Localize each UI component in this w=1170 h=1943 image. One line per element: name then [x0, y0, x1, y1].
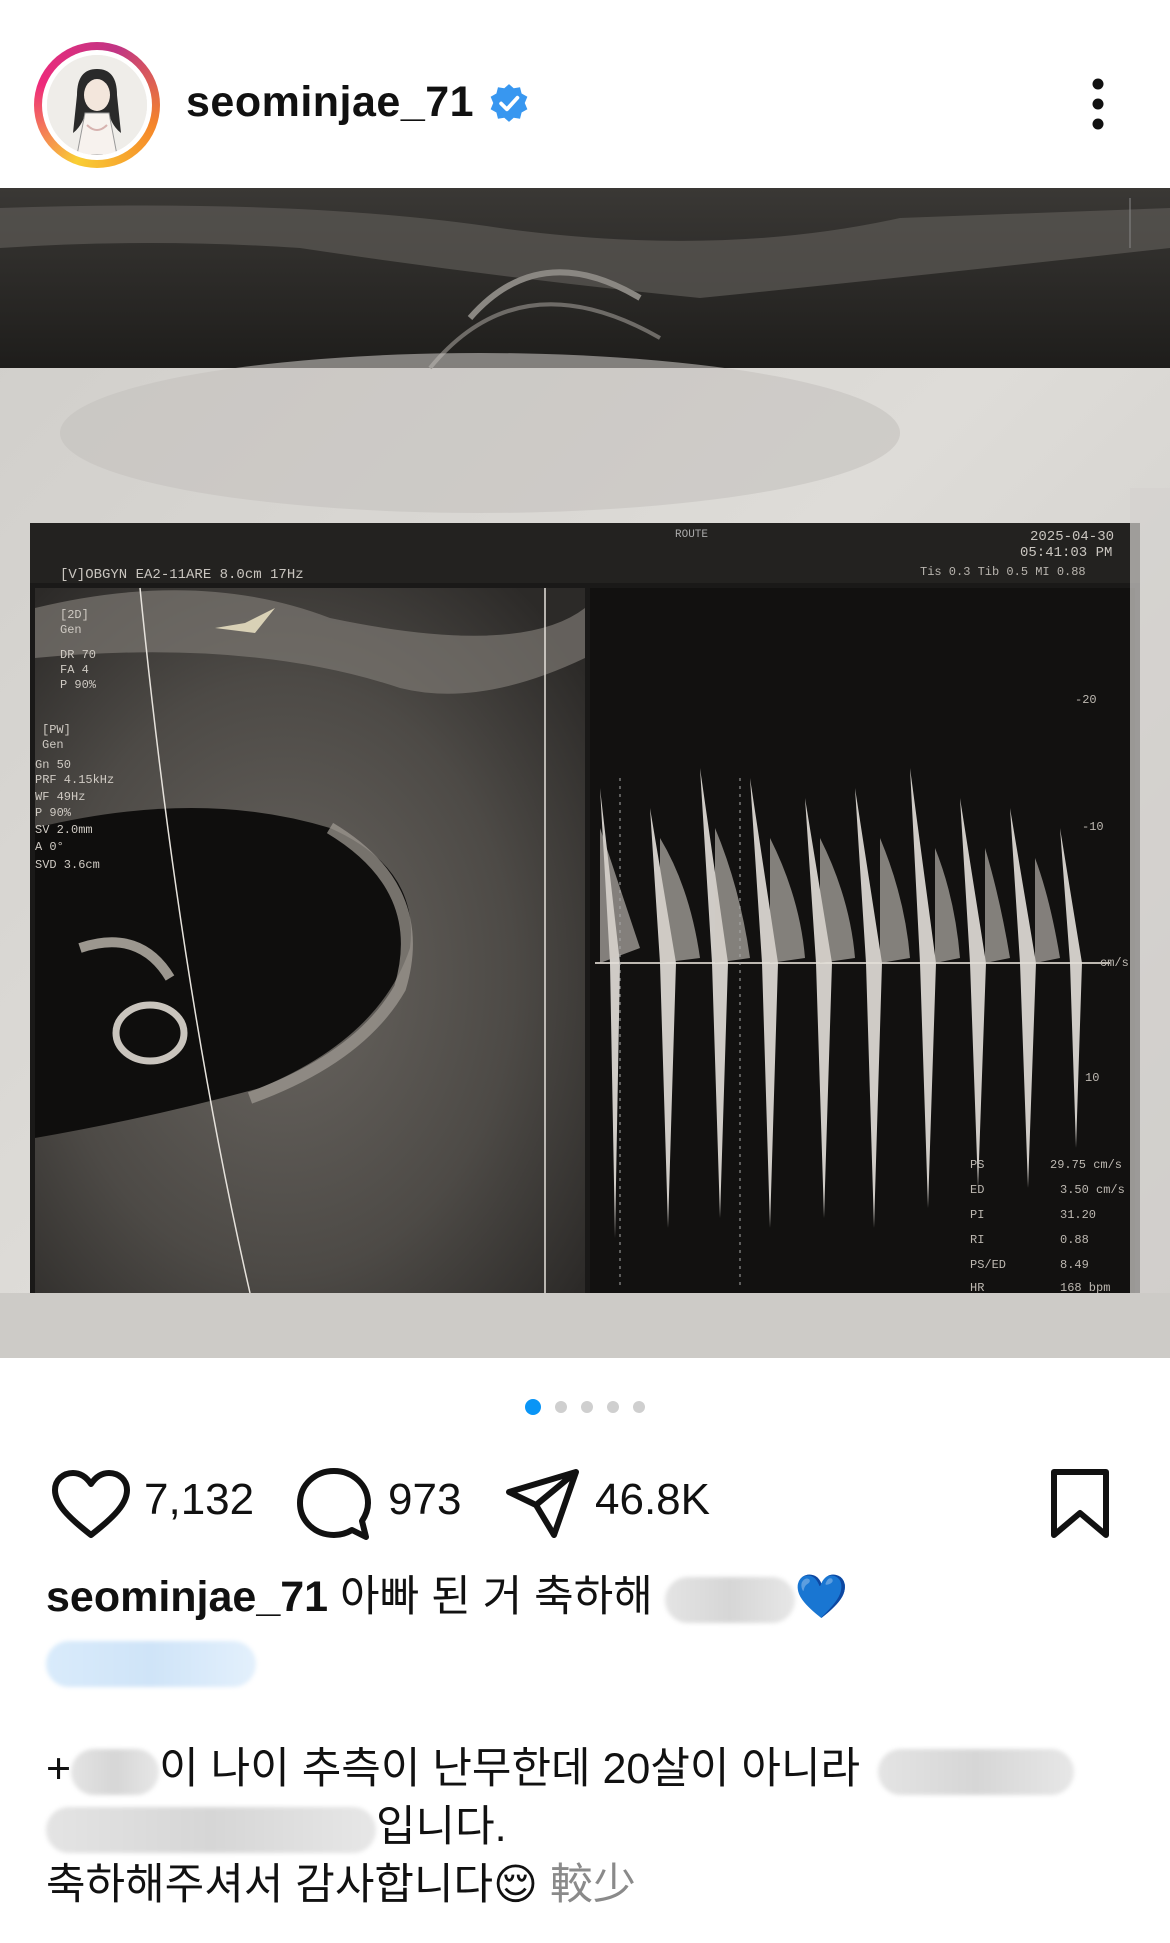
header-username[interactable]: seominjae_71	[186, 78, 474, 127]
caption-line-3: 입니다.	[46, 1798, 1136, 1856]
action-bar: 7,132 973 46.8K	[0, 1455, 1170, 1545]
svg-text:[2D]: [2D]	[60, 608, 89, 622]
ultrasound-photo: [V]OBGYN EA2-11ARE 8.0cm 17Hz 2025-04-30…	[0, 188, 1170, 1358]
carousel-indicator	[0, 1398, 1170, 1418]
svg-text:P 90%: P 90%	[60, 678, 97, 692]
svg-text:FA 4: FA 4	[60, 663, 89, 677]
svg-text:-20: -20	[1075, 693, 1097, 707]
story-ring[interactable]	[34, 42, 160, 168]
svg-text:3.50 cm/s: 3.50 cm/s	[1060, 1183, 1125, 1197]
carousel-dot	[633, 1400, 645, 1413]
svg-text:P 90%: P 90%	[35, 806, 72, 820]
svg-text:0.88: 0.88	[1060, 1233, 1089, 1247]
svg-text:168 bpm: 168 bpm	[1060, 1281, 1110, 1295]
svg-text:31.20: 31.20	[1060, 1208, 1096, 1222]
caption-text-1: 아빠 된 거 축하해	[340, 1573, 653, 1621]
show-less-link[interactable]: 較少	[550, 1861, 636, 1909]
svg-text:29.75 cm/s: 29.75 cm/s	[1050, 1158, 1122, 1172]
post-caption: seominjae_71 아빠 된 거 축하해 💙 + 이 나이 추측이 난무한데…	[46, 1568, 1136, 1914]
svg-text:2025-04-30: 2025-04-30	[1030, 529, 1114, 545]
svg-text:SV 2.0mm: SV 2.0mm	[35, 823, 93, 837]
svg-text:DR 70: DR 70	[60, 648, 96, 662]
caption-text-3: 입니다.	[376, 1803, 507, 1851]
avatar-illustration	[47, 55, 147, 155]
avatar[interactable]	[47, 55, 147, 155]
caption-line-blur	[46, 1632, 1136, 1690]
svg-text:Gen: Gen	[42, 738, 64, 752]
bookmark-icon[interactable]	[1048, 1467, 1112, 1541]
caption-line-2: + 이 나이 추측이 난무한데 20살이 아니라	[46, 1740, 1136, 1798]
blurred-text	[71, 1748, 160, 1795]
svg-text:[V]OBGYN EA2-11ARE 8.0cm 1: [V]OBGYN EA2-11ARE 8.0cm 17Hz	[60, 567, 304, 583]
caption-line-1: seominjae_71 아빠 된 거 축하해 💙	[46, 1568, 1136, 1626]
svg-text:cm/s: cm/s	[1100, 956, 1129, 970]
svg-text:Gen: Gen	[60, 623, 82, 637]
svg-text:Tis 0.3 Tib 0.5 MI 0.88: Tis 0.3 Tib 0.5 MI 0.88	[920, 565, 1086, 579]
more-options-icon[interactable]	[1076, 74, 1120, 134]
caption-plus: +	[46, 1745, 72, 1793]
shares-count[interactable]: 46.8K	[595, 1475, 710, 1525]
carousel-dot	[581, 1400, 593, 1413]
post-header: seominjae_71	[0, 0, 1170, 188]
blurred-text	[878, 1748, 1075, 1795]
svg-text:PS: PS	[970, 1158, 984, 1172]
svg-text:RI: RI	[970, 1233, 984, 1247]
svg-text:8.49: 8.49	[1060, 1258, 1089, 1272]
caption-text-4: 축하해주셔서 감사합니다😌	[46, 1861, 538, 1909]
svg-text:05:41:03 PM: 05:41:03 PM	[1020, 545, 1112, 561]
blurred-text	[46, 1806, 376, 1853]
carousel-dot-active	[525, 1398, 541, 1415]
carousel-dot	[555, 1400, 567, 1413]
caption-text-2: 이 나이 추측이 난무한데 20살이 아니라	[159, 1745, 861, 1793]
verified-badge-icon	[490, 84, 528, 122]
comments-count[interactable]: 973	[388, 1475, 461, 1525]
svg-text:10: 10	[1085, 1071, 1099, 1085]
carousel-dot	[607, 1400, 619, 1413]
svg-text:PRF 4.15kHz: PRF 4.15kHz	[35, 773, 114, 787]
svg-text:PS/ED: PS/ED	[970, 1258, 1006, 1272]
svg-text:SVD 3.6cm: SVD 3.6cm	[35, 858, 100, 872]
svg-text:HR: HR	[970, 1281, 984, 1295]
likes-count[interactable]: 7,132	[144, 1475, 254, 1525]
blurred-hashtag[interactable]	[46, 1640, 256, 1687]
svg-text:ROUTE: ROUTE	[675, 529, 708, 541]
svg-text:WF 49Hz: WF 49Hz	[35, 790, 85, 804]
svg-text:Gn 50: Gn 50	[35, 758, 71, 772]
svg-text:[PW]: [PW]	[42, 723, 71, 737]
svg-text:PI: PI	[970, 1208, 984, 1222]
share-icon[interactable]	[504, 1467, 582, 1541]
svg-text:A 0°: A 0°	[35, 840, 64, 854]
blurred-text	[664, 1576, 795, 1623]
heart-icon[interactable]	[50, 1469, 132, 1541]
svg-text:ED: ED	[970, 1183, 984, 1197]
comment-icon[interactable]	[296, 1467, 372, 1543]
blue-heart-emoji: 💙	[794, 1573, 849, 1621]
svg-text:-10: -10	[1082, 820, 1104, 834]
post-image[interactable]: [V]OBGYN EA2-11ARE 8.0cm 17Hz 2025-04-30…	[0, 188, 1170, 1358]
caption-username[interactable]: seominjae_71	[46, 1573, 328, 1621]
caption-line-4: 축하해주셔서 감사합니다😌 較少	[46, 1856, 1136, 1914]
